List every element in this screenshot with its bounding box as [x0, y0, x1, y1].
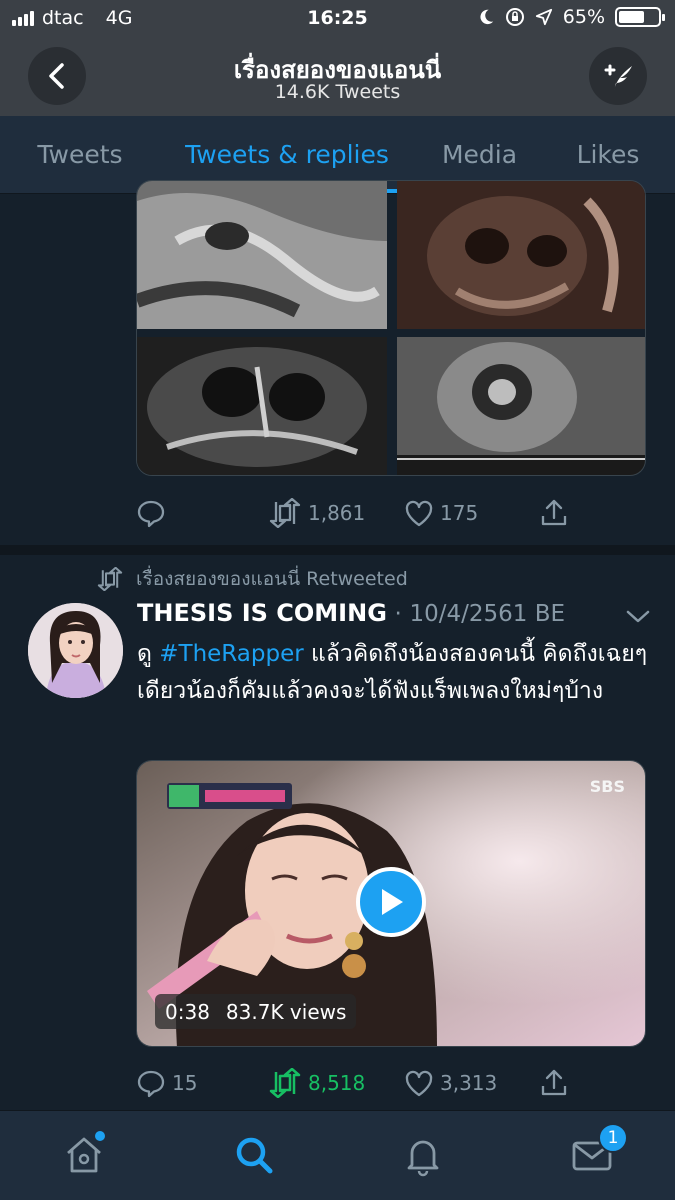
- tweet-media-grid[interactable]: [136, 180, 646, 476]
- bell-icon: [407, 1140, 439, 1177]
- messages-badge: 1: [598, 1123, 628, 1153]
- rotation-lock-icon: [505, 8, 524, 26]
- media-image[interactable]: [137, 337, 387, 475]
- tab-tweets[interactable]: Tweets: [20, 116, 140, 194]
- status-bar: dtac 4G 16:25 65%: [0, 0, 675, 38]
- like-button[interactable]: 3,313: [404, 1069, 497, 1097]
- media-image[interactable]: [137, 181, 387, 329]
- tweet-actions: 1,861 175: [136, 493, 656, 533]
- tweet-actions: 15 8,518 3,313: [136, 1063, 656, 1103]
- heart-icon: [405, 1070, 433, 1097]
- retweet-icon: [97, 567, 123, 591]
- like-count: 175: [440, 501, 479, 525]
- reply-button[interactable]: [136, 498, 172, 528]
- share-button[interactable]: [539, 1068, 569, 1098]
- video-views: 83.7K views: [225, 999, 347, 1024]
- video-player[interactable]: SBS 0:38 83.7K views: [136, 760, 646, 1047]
- retweeted-by: เรื่องสยองของแอนนี่ Retweeted: [96, 564, 408, 594]
- video-duration: 0:38: [165, 999, 210, 1024]
- avatar[interactable]: [28, 603, 123, 698]
- retweet-count: 8,518: [308, 1071, 366, 1095]
- home-unread-dot: [95, 1131, 105, 1141]
- like-button[interactable]: 175: [404, 499, 478, 527]
- author-name[interactable]: THESIS IS COMING: [137, 599, 387, 627]
- media-image[interactable]: [397, 337, 645, 475]
- tweet-separator: [0, 545, 675, 555]
- video-info-badge: 0:38 83.7K views: [155, 994, 357, 1029]
- compose-feather-icon: [604, 64, 632, 90]
- media-image[interactable]: [397, 181, 645, 329]
- heart-icon: [405, 500, 433, 527]
- retweet-button[interactable]: 1,861: [268, 498, 365, 528]
- nav-search[interactable]: [232, 1133, 276, 1177]
- battery-icon: [615, 7, 665, 27]
- nav-notifications[interactable]: [401, 1133, 445, 1177]
- tweet-text: ดู #TheRapper แล้วคิดถึงน้องสองคนนี้ คิด…: [137, 636, 652, 710]
- tweet-text-start: ดู: [137, 641, 160, 667]
- retweet-button[interactable]: 8,518: [268, 1068, 365, 1098]
- tweet-count: 14.6K Tweets: [274, 81, 401, 103]
- profile-header: dtac 4G 16:25 65% เรื่องสยองของแอนนี่ 14…: [0, 0, 675, 116]
- retweet-icon: [269, 1068, 301, 1098]
- share-icon: [541, 1069, 567, 1096]
- reply-icon: [137, 500, 165, 528]
- retweet-count: 1,861: [308, 501, 366, 525]
- date-separator: ·: [394, 601, 402, 627]
- compose-tweet-button[interactable]: [589, 47, 647, 105]
- retweet-icon: [269, 498, 301, 528]
- location-icon: [535, 8, 552, 26]
- tweet-date[interactable]: 10/4/2561 BE: [409, 601, 565, 627]
- reply-count: 15: [172, 1071, 198, 1095]
- tweet-header: THESIS IS COMING · 10/4/2561 BE: [137, 599, 565, 627]
- search-icon: [236, 1137, 273, 1174]
- share-button[interactable]: [539, 498, 569, 528]
- video-watermark: SBS: [589, 777, 625, 796]
- reply-icon: [137, 1070, 165, 1098]
- share-icon: [541, 499, 567, 526]
- reply-button[interactable]: 15: [136, 1068, 197, 1098]
- moon-icon: [480, 9, 493, 25]
- play-icon: [382, 889, 403, 915]
- play-button[interactable]: [356, 867, 426, 937]
- chevron-down-icon: [626, 610, 650, 623]
- retweeted-by-label[interactable]: เรื่องสยองของแอนนี่ Retweeted: [136, 564, 408, 594]
- bottom-navigation: [0, 1110, 675, 1200]
- hashtag-link[interactable]: #TheRapper: [159, 641, 303, 667]
- battery-percent: 65%: [562, 6, 605, 28]
- tweet-options-button[interactable]: [625, 607, 651, 629]
- like-count: 3,313: [440, 1071, 498, 1095]
